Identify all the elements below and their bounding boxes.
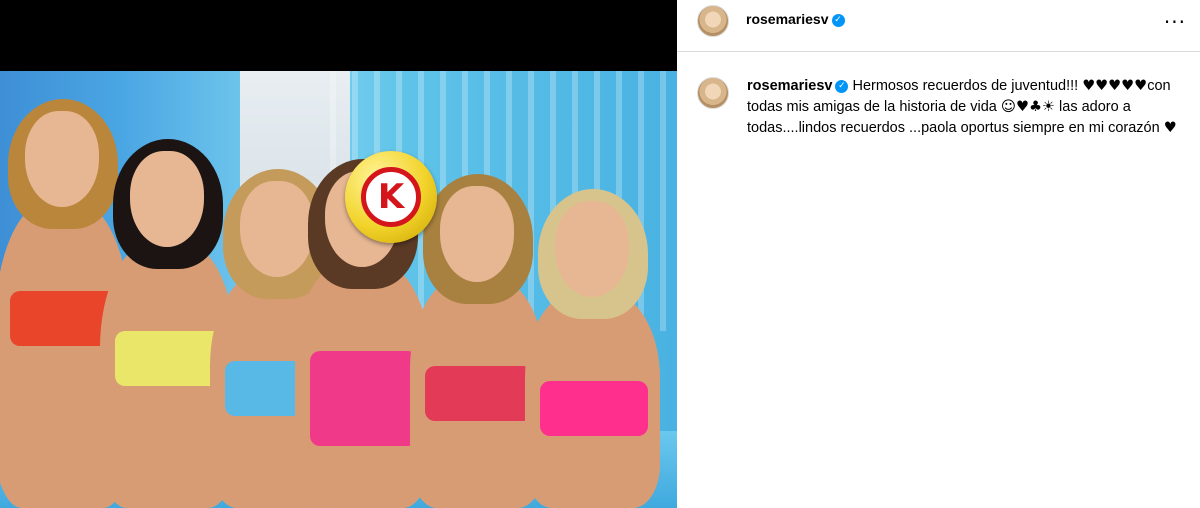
post-media[interactable]: K [0, 0, 677, 508]
swimsuit-top [115, 331, 223, 386]
hearts-emoji: ♥♥♥♥♥ [1082, 78, 1148, 94]
person-face [130, 151, 204, 247]
post-photo[interactable]: K [0, 71, 677, 508]
emoji-group: ☺♥♣☀ [1000, 99, 1056, 115]
heart-emoji: ♥ [1163, 120, 1177, 136]
caption-text-1: Hermosos recuerdos de juventud!!! [852, 78, 1083, 94]
verified-badge-icon: ✓ [831, 13, 845, 27]
author-username[interactable]: rosemariesv ✓ [746, 11, 845, 27]
swimsuit-top [540, 381, 648, 436]
circle-k-logo: K [345, 151, 437, 243]
author-avatar[interactable] [697, 5, 729, 37]
swimsuit-top [425, 366, 533, 421]
swimsuit-top [310, 351, 418, 446]
person-face [240, 181, 314, 277]
post-caption: rosemariesv ✓ Hermosos recuerdos de juven… [747, 76, 1187, 139]
logo-letter: K [361, 167, 421, 227]
person-face [440, 186, 514, 282]
more-options-icon[interactable]: ··· [1164, 12, 1186, 32]
caption-username[interactable]: rosemariesv [747, 78, 832, 94]
post-panel: rosemariesv ✓ ··· rosemariesv ✓ Hermosos r… [677, 0, 1200, 508]
person-face [25, 111, 99, 207]
verified-badge-icon: ✓ [835, 79, 849, 93]
post-header: rosemariesv ✓ ··· [677, 0, 1200, 52]
person-face [555, 201, 629, 297]
caption-avatar[interactable] [697, 77, 729, 109]
